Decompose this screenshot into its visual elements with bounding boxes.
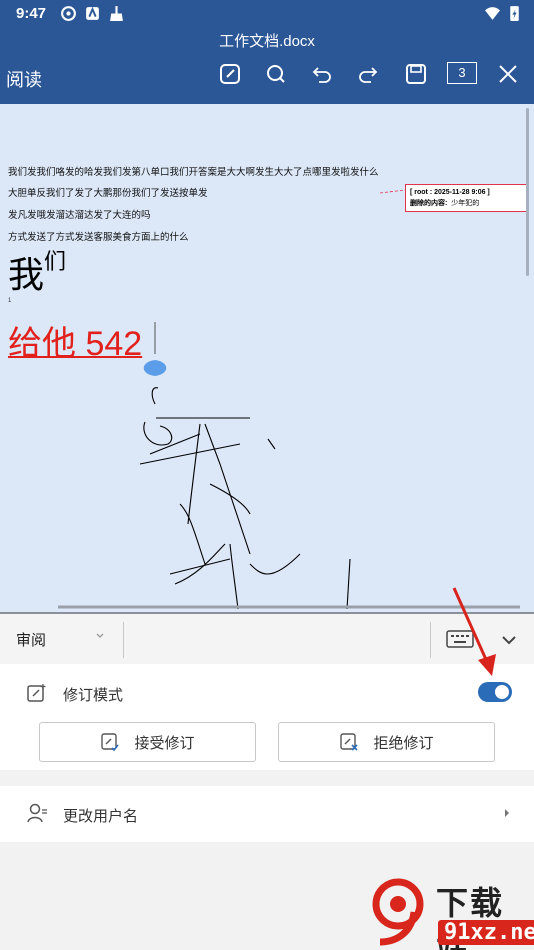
close-button[interactable] bbox=[494, 60, 522, 88]
document-title: 工作文档.docx bbox=[219, 33, 315, 50]
app-icon bbox=[86, 6, 99, 20]
change-username-row[interactable]: 更改用户名 bbox=[0, 786, 534, 842]
user-icon bbox=[27, 803, 47, 823]
accept-revision-button[interactable]: 接受修订 bbox=[39, 722, 256, 762]
revision-comment-box[interactable]: [ root : 2025-11-28 9:06 ] 删除的内容: 少年犯的 bbox=[405, 184, 527, 212]
toolbar-divider-2 bbox=[430, 622, 431, 658]
track-changes-toggle[interactable] bbox=[478, 682, 512, 702]
reject-revision-label: 拒绝修订 bbox=[373, 734, 434, 752]
edit-icon bbox=[220, 64, 240, 84]
handwriting-drawing bbox=[58, 189, 520, 610]
review-tab-selector[interactable]: 审阅 bbox=[16, 629, 46, 650]
battery-icon bbox=[510, 6, 519, 21]
save-button[interactable] bbox=[402, 60, 430, 88]
accept-revision-icon bbox=[101, 733, 120, 752]
broom-icon bbox=[110, 6, 123, 21]
chevron-right-icon bbox=[505, 809, 509, 817]
undo-button[interactable] bbox=[308, 60, 336, 88]
search-icon bbox=[267, 65, 285, 83]
redo-icon bbox=[359, 67, 378, 83]
comment-body: 删除的内容: 少年犯的 bbox=[410, 198, 522, 209]
accept-revision-label: 接受修订 bbox=[134, 734, 195, 752]
comment-label: 删除的内容: bbox=[410, 200, 448, 207]
watermark-emblem-icon bbox=[372, 878, 424, 946]
toggle-knob bbox=[495, 685, 509, 699]
change-username-label: 更改用户名 bbox=[63, 808, 139, 825]
toolbar-divider bbox=[123, 622, 124, 658]
comment-header: [ root : 2025-11-28 9:06 ] bbox=[410, 189, 490, 196]
comment-value: 少年犯的 bbox=[451, 200, 480, 207]
reject-revision-button[interactable]: 拒绝修订 bbox=[278, 722, 495, 762]
reject-revision-icon bbox=[340, 733, 359, 751]
watermark-site: 91xz.net bbox=[438, 920, 534, 945]
document-scrollbar[interactable] bbox=[526, 108, 529, 276]
sync-icon bbox=[61, 6, 76, 21]
search-button[interactable] bbox=[262, 60, 290, 88]
reading-mode-label[interactable]: 阅读 bbox=[6, 66, 42, 92]
watermark-logo: 下载站 91xz.net bbox=[368, 876, 534, 950]
wifi-icon bbox=[485, 7, 500, 20]
chevron-down-icon[interactable] bbox=[95, 631, 105, 641]
document-canvas[interactable]: 我们发我们咯发的哈发我们发第八单口我们开答案是大大啊发生大大了点哪里发啦发什么 … bbox=[0, 104, 534, 612]
app-bar: 工作文档.docx 阅读 3 bbox=[0, 28, 534, 104]
close-icon bbox=[499, 65, 517, 83]
annotation-arrow-icon bbox=[452, 587, 496, 676]
track-changes-label: 修订模式 bbox=[63, 687, 124, 704]
save-icon bbox=[406, 64, 426, 84]
status-time: 9:47 bbox=[16, 5, 47, 22]
edit-button[interactable] bbox=[216, 60, 244, 88]
status-bar: 9:47 bbox=[0, 0, 534, 28]
page-count-button[interactable]: 3 bbox=[447, 62, 477, 84]
redo-button[interactable] bbox=[354, 60, 382, 88]
undo-icon bbox=[312, 67, 331, 83]
track-changes-icon bbox=[27, 684, 46, 702]
